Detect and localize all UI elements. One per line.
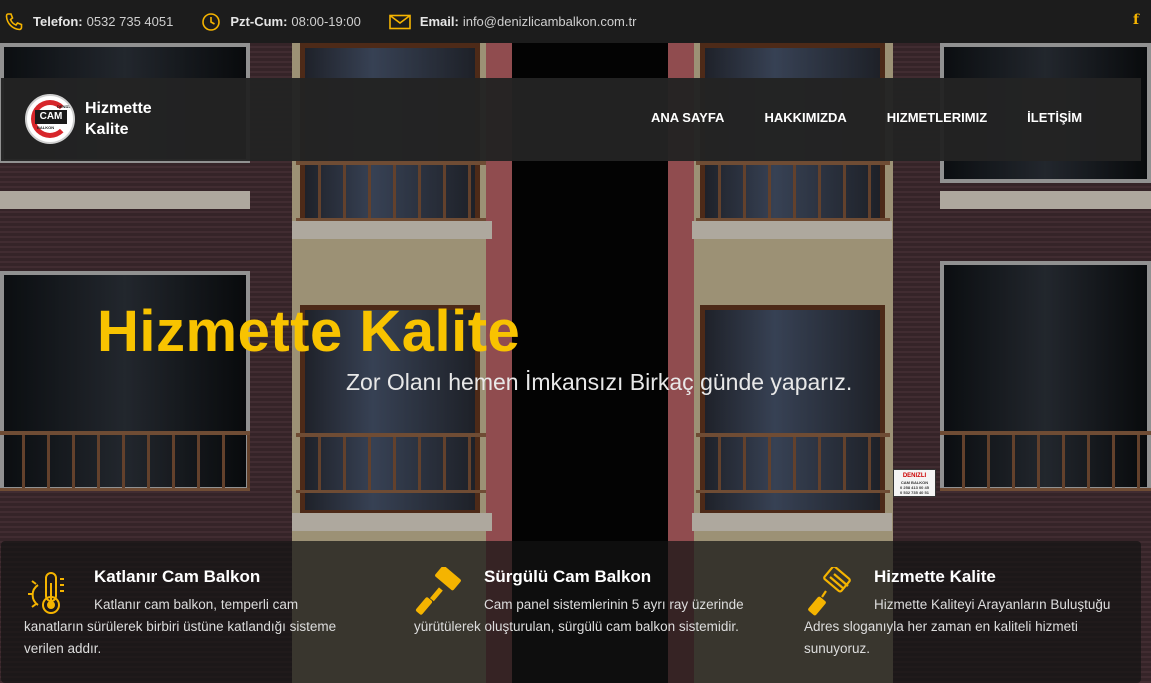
feature-title: Hizmette Kalite [874, 567, 996, 586]
top-info-bar: Telefon: 0532 735 4051 Pzt-Cum: 08:00-19… [0, 0, 1151, 43]
brand-logo[interactable]: DENİZLİ CAM BALKON [25, 94, 75, 144]
sign-line1: DENIZLI [902, 473, 927, 479]
hero-subtitle: Zor Olanı hemen İmkansızı Birkaç günde y… [346, 369, 853, 395]
company-sign: DENIZLI CAM BALKON 0 258 413 00 45 0 532… [893, 469, 936, 497]
nav-item-about[interactable]: HAKKIMIZDA [764, 110, 846, 125]
nav-item-home[interactable]: ANA SAYFA [651, 110, 724, 125]
email-value: info@denizlicambalkon.com.tr [462, 14, 637, 29]
feature-card: Sürgülü Cam Balkon Cam panel sistemlerin… [394, 541, 774, 683]
logo-main-text: CAM [35, 110, 67, 124]
feature-text: Cam panel sistemlerinin 5 ayrı ray üzeri… [414, 597, 744, 634]
logo-sub-text: BALKON [37, 125, 55, 130]
facebook-icon[interactable]: f [1133, 12, 1139, 28]
feature-card: Katlanır Cam Balkon Katlanır cam balkon,… [4, 541, 384, 683]
phone-icon [5, 12, 23, 30]
hero-title: Hizmette Kalite [97, 299, 521, 364]
logo-top-text: DENİZLİ [57, 104, 73, 109]
main-navbar: DENİZLİ CAM BALKON Hizmette Kalite ANA S… [1, 78, 1141, 161]
email-info[interactable]: Email: info@denizlicambalkon.com.tr [389, 14, 637, 30]
phone-info[interactable]: Telefon: 0532 735 4051 [4, 12, 173, 32]
features-section: Katlanır Cam Balkon Katlanır cam balkon,… [0, 541, 1151, 683]
feature-title: Katlanır Cam Balkon [94, 567, 261, 586]
brand-name-line2: Kalite [85, 121, 129, 138]
email-label: Email: [419, 14, 459, 29]
brand-name-line1: Hizmette [85, 100, 152, 117]
brand-name[interactable]: Hizmette Kalite [85, 98, 152, 140]
envelope-icon [389, 14, 411, 29]
feature-title: Sürgülü Cam Balkon [484, 567, 652, 586]
nav-item-contact[interactable]: İLETİŞİM [1027, 110, 1082, 125]
phone-label: Telefon: [33, 14, 83, 29]
feature-text: Katlanır cam balkon, temperli cam kanatl… [24, 597, 337, 656]
nav-menu: ANA SAYFA HAKKIMIZDA HIZMETLERIMIZ İLETİ… [651, 110, 1122, 125]
clock-icon [202, 12, 221, 31]
hours-label: Pzt-Cum: [230, 14, 288, 29]
hours-info: Pzt-Cum: 08:00-19:00 [201, 12, 361, 32]
phone-value: 0532 735 4051 [86, 14, 174, 29]
hours-value: 08:00-19:00 [291, 14, 361, 29]
sign-line4: 0 532 735 40 51 [900, 490, 929, 495]
nav-item-services[interactable]: HIZMETLERIMIZ [887, 110, 987, 125]
feature-text: Hizmette Kaliteyi Arayanların Buluştuğu … [804, 597, 1111, 656]
feature-card: Hizmette Kalite Hizmette Kaliteyi Arayan… [784, 541, 1151, 683]
